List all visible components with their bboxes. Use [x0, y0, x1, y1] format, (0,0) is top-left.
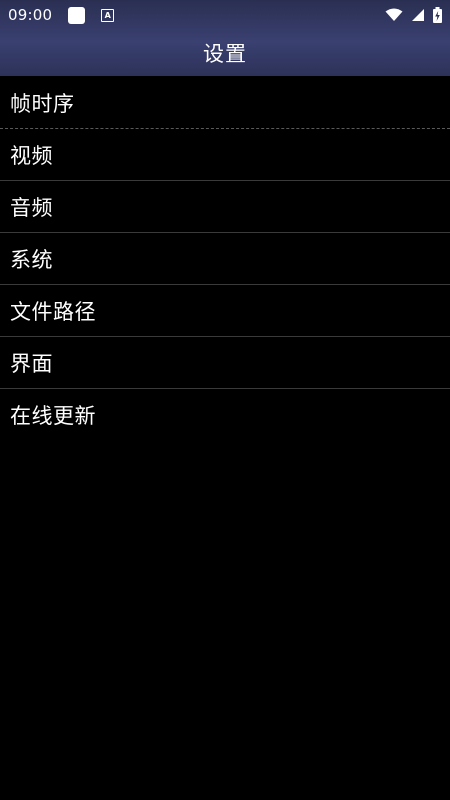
settings-menu: 帧时序 视频 音频 系统 文件路径 界面 在线更新 [0, 77, 450, 441]
app-header: 设置 [0, 30, 450, 76]
notification-square-icon [68, 6, 86, 24]
status-left: 09:00 A [8, 6, 115, 24]
wifi-icon [385, 8, 403, 21]
menu-item-label: 音频 [10, 195, 53, 220]
menu-item-online-update[interactable]: 在线更新 [0, 389, 450, 441]
signal-icon [412, 9, 424, 21]
top-bar: 09:00 A 设置 [0, 0, 450, 76]
battery-charging-icon [433, 7, 442, 23]
status-bar: 09:00 A [0, 0, 450, 30]
page-title: 设置 [203, 42, 247, 66]
settings-screen: 09:00 A 设置 帧时序 视频 音频 系统 文件路径 界面 在线更新 [0, 0, 450, 800]
menu-item-frame-timing[interactable]: 帧时序 [0, 77, 450, 129]
menu-item-interface[interactable]: 界面 [0, 337, 450, 389]
menu-item-label: 帧时序 [10, 91, 75, 116]
a-notification-icon: A [101, 8, 115, 22]
menu-item-system[interactable]: 系统 [0, 233, 450, 285]
menu-item-label: 界面 [10, 351, 53, 376]
menu-item-audio[interactable]: 音频 [0, 181, 450, 233]
menu-item-file-paths[interactable]: 文件路径 [0, 285, 450, 337]
menu-item-label: 视频 [10, 143, 53, 168]
menu-item-video[interactable]: 视频 [0, 129, 450, 181]
menu-item-label: 系统 [10, 247, 53, 272]
menu-item-label: 在线更新 [10, 404, 96, 428]
status-time: 09:00 [8, 6, 53, 24]
menu-item-label: 文件路径 [10, 299, 96, 324]
status-right [385, 7, 442, 23]
